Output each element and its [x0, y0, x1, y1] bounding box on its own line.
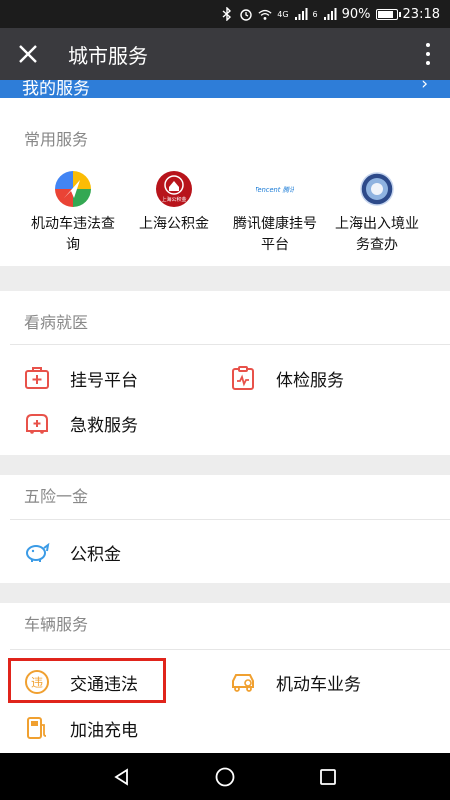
- clock: 23:18: [402, 6, 440, 22]
- signal-icon: [323, 7, 337, 21]
- common-item-traffic-violation[interactable]: 机动车违法查 询: [17, 160, 129, 256]
- battery-percent: 90%: [341, 6, 371, 22]
- highlight-box: [8, 658, 166, 703]
- divider: [10, 649, 450, 650]
- fuel-pump-icon: [24, 715, 50, 741]
- ambulance-icon: [24, 410, 50, 436]
- tencent-health-logo: Tencent 腾讯: [256, 170, 294, 208]
- vehicle-item-fuel[interactable]: 加油充电: [24, 715, 138, 741]
- section-gap: [0, 266, 450, 291]
- vehicle-item-car-service[interactable]: 机动车业务: [230, 669, 361, 695]
- medical-item-emergency[interactable]: 急救服务: [24, 410, 138, 436]
- battery-icon: [375, 8, 401, 20]
- vehicle-item-label: 机动车业务: [276, 674, 361, 695]
- close-button[interactable]: [0, 28, 56, 80]
- more-options-button[interactable]: [420, 40, 436, 68]
- network-4g-label: 4G: [277, 9, 289, 19]
- medical-item-label: 急救服务: [70, 415, 138, 436]
- back-button[interactable]: [102, 757, 142, 797]
- insurance-item-housing-fund[interactable]: 公积金: [24, 539, 121, 565]
- recents-square-icon: [320, 768, 337, 785]
- common-item-housing-fund[interactable]: 上海公积金 上海公积金: [118, 160, 230, 235]
- housing-fund-logo: 上海公积金: [155, 170, 193, 208]
- close-icon: [19, 45, 37, 63]
- checkup-icon: [230, 365, 256, 391]
- my-services-banner[interactable]: 我的服务 ›: [0, 80, 450, 98]
- exit-entry-logo: [358, 170, 396, 208]
- common-item-label: 上海出入境业: [335, 216, 419, 232]
- car-service-icon: [230, 669, 256, 695]
- alarm-icon: [239, 7, 253, 21]
- traffic-violation-logo: [54, 170, 92, 208]
- chevron-right-icon: ›: [421, 80, 428, 94]
- insurance-item-label: 公积金: [70, 544, 121, 565]
- more-vertical-icon: [426, 43, 430, 47]
- common-item-tencent-health[interactable]: Tencent 腾讯 腾讯健康挂号 平台: [219, 160, 331, 256]
- recents-button[interactable]: [308, 757, 348, 797]
- medical-item-label: 体检服务: [276, 370, 344, 391]
- app-bar: 城市服务: [0, 28, 450, 80]
- bluetooth-icon: [220, 7, 234, 21]
- common-item-label: 上海公积金: [139, 216, 209, 232]
- housing-fund-logo-text: 上海公积金: [161, 196, 186, 203]
- network-6-label: 6: [312, 9, 318, 19]
- medical-item-label: 挂号平台: [70, 370, 138, 391]
- common-item-label: 平台: [261, 237, 289, 253]
- section-gap: [0, 455, 450, 475]
- medical-kit-icon: [24, 365, 50, 391]
- medical-item-checkup[interactable]: 体检服务: [230, 365, 344, 391]
- common-item-label: 机动车违法查: [31, 216, 115, 232]
- home-circle-icon: [215, 767, 235, 786]
- wifi-icon: [258, 7, 272, 21]
- tencent-logo-text: Tencent 腾讯: [256, 186, 294, 194]
- home-button[interactable]: [205, 757, 245, 797]
- section-title-common: 常用服务: [24, 130, 89, 149]
- common-item-label: 腾讯健康挂号: [233, 216, 317, 232]
- common-services-grid: 机动车违法查 询 上海公积金 上海公积金 Tencent 腾讯 腾讯健康挂号 平…: [0, 160, 450, 260]
- page-title: 城市服务: [68, 43, 148, 68]
- common-item-label: 询: [66, 237, 80, 253]
- back-triangle-icon: [113, 767, 128, 786]
- system-nav-bar: [0, 753, 450, 800]
- piggy-bank-icon: [24, 539, 50, 565]
- status-bar: 4G 6 90% 23:18: [0, 0, 450, 28]
- medical-item-registration[interactable]: 挂号平台: [24, 365, 138, 391]
- divider: [10, 344, 450, 345]
- divider: [10, 519, 450, 520]
- insurance-section: 五险一金: [0, 475, 450, 583]
- section-title-insurance: 五险一金: [24, 487, 89, 506]
- my-services-label: 我的服务: [22, 80, 90, 98]
- common-item-label: 务查办: [356, 237, 398, 253]
- section-gap: [0, 583, 450, 603]
- signal-4g-icon: [294, 7, 308, 21]
- common-item-exit-entry[interactable]: 上海出入境业 务查办: [321, 160, 433, 256]
- section-title-medical: 看病就医: [24, 313, 89, 332]
- section-title-vehicle: 车辆服务: [24, 615, 89, 634]
- vehicle-item-label: 加油充电: [70, 720, 138, 741]
